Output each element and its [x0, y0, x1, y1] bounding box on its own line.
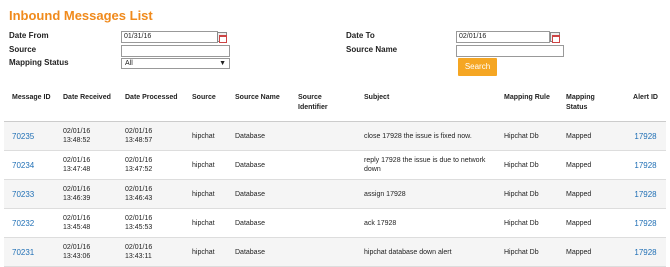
column-header[interactable]: Subject: [356, 90, 496, 122]
table-row: 70231 02/01/16 13:43:06 02/01/16 13:43:1…: [4, 237, 666, 267]
date-processed-cell: 02/01/16 13:47:52: [117, 150, 184, 180]
column-header[interactable]: Date Received: [55, 90, 117, 122]
message-id-link[interactable]: 70232: [4, 208, 55, 238]
alert-id-link[interactable]: 17928: [621, 208, 666, 238]
subject-cell: close 17928 the issue is fixed now.: [356, 121, 496, 151]
source-name-label: Source Name: [346, 45, 398, 54]
message-id-link[interactable]: 70235: [4, 121, 55, 151]
calendar-icon[interactable]: [217, 32, 227, 43]
mapping-status-cell: Mapped: [558, 121, 621, 151]
column-header[interactable]: Date Processed: [117, 90, 184, 122]
column-header[interactable]: Mapping Status: [558, 90, 621, 122]
source-identifier-cell: [290, 121, 356, 151]
message-id-link[interactable]: 70234: [4, 150, 55, 180]
date-processed-cell: 02/01/16 13:48:57: [117, 121, 184, 151]
date-processed-cell: 02/01/16 13:46:43: [117, 179, 184, 209]
source-name-cell: Database: [227, 237, 290, 267]
mapping-rule-cell: Hipchat Db: [496, 179, 558, 209]
source-input[interactable]: [121, 45, 230, 57]
mapping-status-cell: Mapped: [558, 208, 621, 238]
source-identifier-cell: [290, 179, 356, 209]
subject-cell: reply 17928 the issue is due to network …: [356, 150, 496, 180]
subject-cell: assign 17928: [356, 179, 496, 209]
date-from-label: Date From: [9, 31, 49, 40]
source-name-cell: Database: [227, 208, 290, 238]
column-header[interactable]: Source Name: [227, 90, 290, 122]
date-from-input[interactable]: 01/31/16: [121, 31, 218, 43]
page-title: Inbound Messages List: [9, 8, 153, 23]
chevron-down-icon: ▼: [219, 60, 226, 67]
date-to-label: Date To: [346, 31, 375, 40]
mapping-status-cell: Mapped: [558, 179, 621, 209]
date-received-cell: 02/01/16 13:47:48: [55, 150, 117, 180]
source-name-cell: Database: [227, 121, 290, 151]
date-received-cell: 02/01/16 13:45:48: [55, 208, 117, 238]
alert-id-link[interactable]: 17928: [621, 179, 666, 209]
subject-cell: ack 17928: [356, 208, 496, 238]
alert-id-link[interactable]: 17928: [621, 150, 666, 180]
column-header[interactable]: Mapping Rule: [496, 90, 558, 122]
source-cell: hipchat: [184, 179, 227, 209]
source-name-cell: Database: [227, 179, 290, 209]
source-identifier-cell: [290, 208, 356, 238]
mapping-status-cell: Mapped: [558, 237, 621, 267]
column-header[interactable]: Message ID: [4, 90, 55, 122]
date-received-cell: 02/01/16 13:46:39: [55, 179, 117, 209]
date-received-cell: 02/01/16 13:48:52: [55, 121, 117, 151]
date-processed-cell: 02/01/16 13:43:11: [117, 237, 184, 267]
table-row: 70232 02/01/16 13:45:48 02/01/16 13:45:5…: [4, 208, 666, 238]
mapping-rule-cell: Hipchat Db: [496, 208, 558, 238]
source-identifier-cell: [290, 237, 356, 267]
table-row: 70233 02/01/16 13:46:39 02/01/16 13:46:4…: [4, 179, 666, 209]
mapping-rule-cell: Hipchat Db: [496, 121, 558, 151]
message-id-link[interactable]: 70231: [4, 237, 55, 267]
source-name-cell: Database: [227, 150, 290, 180]
table-row: 70234 02/01/16 13:47:48 02/01/16 13:47:5…: [4, 150, 666, 180]
search-button[interactable]: Search: [458, 58, 497, 76]
mapping-status-label: Mapping Status: [9, 58, 69, 67]
alert-id-link[interactable]: 17928: [621, 237, 666, 267]
messages-table: Message ID Date Received Date Processed …: [4, 90, 666, 267]
source-label: Source: [9, 45, 37, 54]
column-header[interactable]: Source: [184, 90, 227, 122]
column-header[interactable]: Source Identifier: [290, 90, 356, 122]
date-received-cell: 02/01/16 13:43:06: [55, 237, 117, 267]
mapping-status-cell: Mapped: [558, 150, 621, 180]
calendar-icon[interactable]: [550, 32, 560, 43]
source-name-input[interactable]: [456, 45, 564, 57]
subject-cell: hipchat database down alert: [356, 237, 496, 267]
mapping-rule-cell: Hipchat Db: [496, 150, 558, 180]
mapping-status-select[interactable]: All ▼: [121, 58, 230, 69]
source-identifier-cell: [290, 150, 356, 180]
source-cell: hipchat: [184, 121, 227, 151]
table-row: 70235 02/01/16 13:48:52 02/01/16 13:48:5…: [4, 121, 666, 151]
date-processed-cell: 02/01/16 13:45:53: [117, 208, 184, 238]
message-id-link[interactable]: 70233: [4, 179, 55, 209]
table-header-row: Message ID Date Received Date Processed …: [4, 90, 666, 122]
column-header[interactable]: Alert ID: [621, 90, 666, 122]
source-cell: hipchat: [184, 208, 227, 238]
date-to-input[interactable]: 02/01/16: [456, 31, 550, 43]
source-cell: hipchat: [184, 237, 227, 267]
source-cell: hipchat: [184, 150, 227, 180]
mapping-status-value: All: [125, 60, 133, 67]
alert-id-link[interactable]: 17928: [621, 121, 666, 151]
mapping-rule-cell: Hipchat Db: [496, 237, 558, 267]
